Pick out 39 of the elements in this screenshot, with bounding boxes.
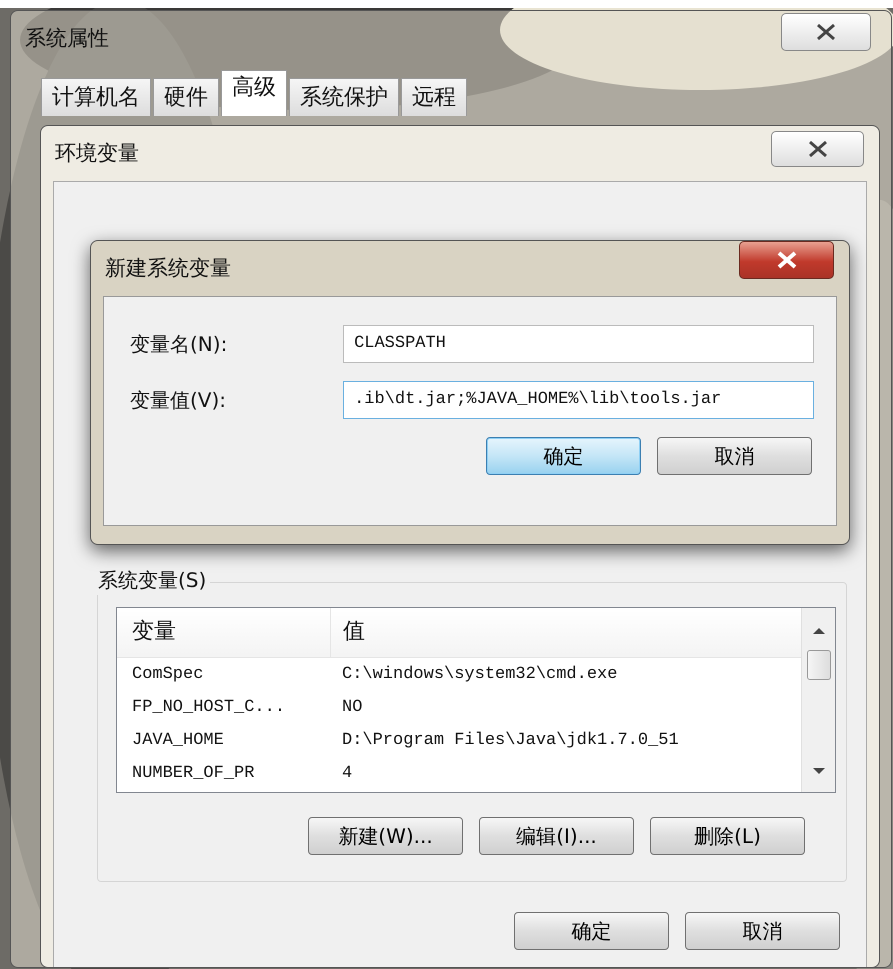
button[interactable]: 确定: [486, 437, 641, 475]
input-field[interactable]: CLASSPATH: [343, 325, 814, 363]
close-icon: [815, 23, 837, 41]
tab[interactable]: 系统保护: [289, 78, 399, 116]
table-cell-text: C:\windows\system32\cmd.exe: [341, 664, 618, 686]
dialog-title: 新建系统变量: [105, 254, 231, 282]
table-cell-text: D:\Program Files\Java\jdk1.7.0_51: [341, 730, 679, 752]
table-cell-text: FP_NO_HOST_C...: [131, 696, 286, 719]
button[interactable]: 取消: [685, 912, 840, 950]
table-cell-text: 4: [341, 762, 352, 785]
button[interactable]: 新建(W)...: [308, 817, 463, 855]
table-cell-text: JAVA_HOME: [131, 730, 225, 752]
field-label: 变量名(N):: [130, 331, 228, 358]
down-arrow-icon[interactable]: [812, 766, 826, 776]
close-icon: [806, 140, 828, 158]
window-title: 系统属性: [25, 24, 109, 52]
table-cell-text: NUMBER_OF_PR: [131, 762, 256, 785]
tab[interactable]: 硬件: [153, 78, 219, 116]
up-arrow-icon[interactable]: [812, 626, 826, 636]
button[interactable]: 确定: [514, 912, 669, 950]
button[interactable]: 删除(L): [650, 817, 805, 855]
tab[interactable]: 远程: [401, 78, 467, 116]
input-field[interactable]: .ib\dt.jar;%JAVA_HOME%\lib\tools.jar: [343, 381, 814, 419]
close-icon: [776, 251, 798, 269]
column-header[interactable]: 变量: [117, 616, 330, 649]
field-label: 变量值(V):: [130, 387, 228, 414]
button[interactable]: 取消: [657, 437, 812, 475]
close-button[interactable]: [771, 131, 864, 167]
close-button[interactable]: [739, 241, 834, 279]
scroll-thumb[interactable]: [807, 650, 831, 680]
tab[interactable]: 高级: [221, 70, 287, 116]
scrollbar[interactable]: [801, 608, 835, 792]
table-cell-text: ComSpec: [131, 664, 204, 686]
close-button[interactable]: [781, 13, 871, 51]
table-cell-text: NO: [341, 696, 362, 719]
column-header[interactable]: 值: [330, 608, 365, 658]
button[interactable]: 编辑(I)...: [479, 817, 634, 855]
tab[interactable]: 计算机名: [41, 78, 151, 116]
window-title: 环境变量: [55, 140, 139, 167]
